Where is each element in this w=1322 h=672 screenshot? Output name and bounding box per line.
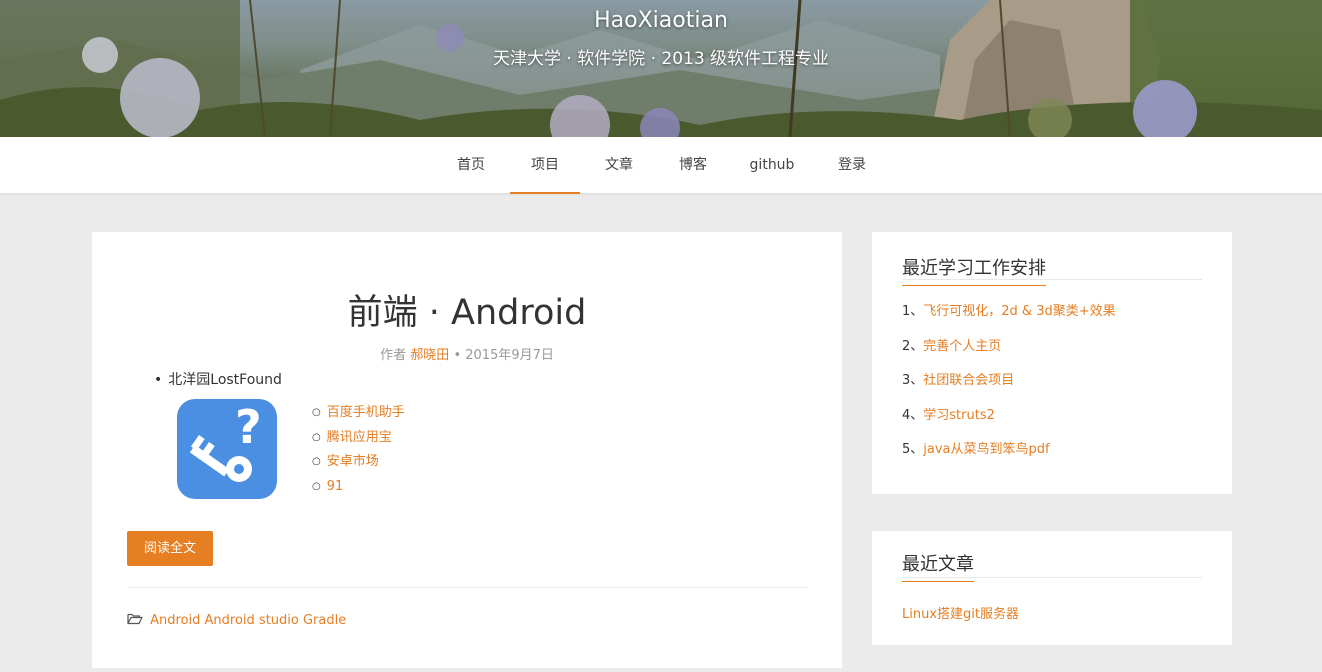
post-author-link[interactable]: 郝晓田 [410,348,449,363]
list-item[interactable]: 腾讯应用宝 [312,426,405,451]
widget-divider [902,279,1202,280]
schedule-link[interactable]: 飞行可视化，2d & 3d聚类+效果 [923,304,1115,319]
recent-posts-widget: 最近文章 Linux搭建git服务器 [872,531,1232,645]
nav-item-login[interactable]: 登录 [827,137,877,194]
list-item: 4、学习struts2 [902,399,1116,434]
store-link-91[interactable]: 91 [327,479,344,494]
project-bullet: 北洋园LostFound [154,369,282,389]
item-number: 4、 [902,407,924,423]
schedule-widget-title: 最近学习工作安排 [902,254,1046,286]
list-item[interactable]: 安卓市场 [312,450,405,475]
schedule-link[interactable]: 完善个人主页 [923,339,1001,354]
schedule-list: 1、飞行可视化，2d & 3d聚类+效果 2、完善个人主页 3、社团联合会项目 … [902,295,1116,468]
list-item: 3、社团联合会项目 [902,364,1116,399]
post-meta: 作者 郝晓田 • 2015年9月7日 [92,344,842,363]
schedule-link[interactable]: 学习struts2 [923,408,995,423]
store-link-android-market[interactable]: 安卓市场 [327,454,379,469]
nav-item-articles[interactable]: 文章 [594,137,644,194]
post-title[interactable]: 前端 · Android [92,284,842,335]
list-item: 1、飞行可视化，2d & 3d聚类+效果 [902,295,1116,330]
store-link-baidu[interactable]: 百度手机助手 [327,405,405,420]
nav-item-blog[interactable]: 博客 [668,137,718,194]
list-item: 5、java从菜鸟到笨鸟pdf [902,433,1116,468]
widget-divider [902,577,1202,578]
nav-item-projects[interactable]: 项目 [510,137,580,194]
post-meta-prefix: 作者 [380,348,407,363]
site-subtitle: 天津大学 · 软件学院 · 2013 级软件工程专业 [492,49,830,69]
list-item[interactable]: 百度手机助手 [312,401,405,426]
item-number: 2、 [902,338,924,354]
item-number: 1、 [902,304,924,319]
schedule-link[interactable]: java从菜鸟到笨鸟pdf [923,442,1049,457]
tag-links[interactable]: Android Android studio Gradle [150,613,346,628]
read-more-button[interactable]: 阅读全文 [127,531,213,566]
store-link-tencent[interactable]: 腾讯应用宝 [327,430,392,445]
item-number: 3、 [902,373,924,388]
site-title: HaoXiaotian [594,8,728,33]
schedule-widget: 最近学习工作安排 1、飞行可视化，2d & 3d聚类+效果 2、完善个人主页 3… [872,232,1232,494]
main-nav: 首页 项目 文章 博客 github 登录 [0,137,1322,194]
schedule-link[interactable]: 社团联合会项目 [923,373,1014,388]
post-card: 前端 · Android 作者 郝晓田 • 2015年9月7日 北洋园LostF… [92,232,842,668]
item-number: 5、 [902,442,924,457]
post-divider [127,587,808,588]
lost-found-key-question-icon: ? [177,399,277,499]
header-banner: HaoXiaotian 天津大学 · 软件学院 · 2013 级软件工程专业 [0,0,1322,137]
nav-item-github[interactable]: github [742,137,802,194]
app-store-links: 百度手机助手 腾讯应用宝 安卓市场 91 [312,401,405,499]
recent-post-link[interactable]: Linux搭建git服务器 [902,603,1019,622]
list-item: 2、完善个人主页 [902,330,1116,365]
folder-open-icon [127,613,143,625]
nav-item-home[interactable]: 首页 [446,137,496,194]
svg-text:?: ? [235,400,262,454]
post-date: • 2015年9月7日 [453,348,554,363]
post-tags: Android Android studio Gradle [127,613,346,628]
list-item[interactable]: 91 [312,475,405,500]
